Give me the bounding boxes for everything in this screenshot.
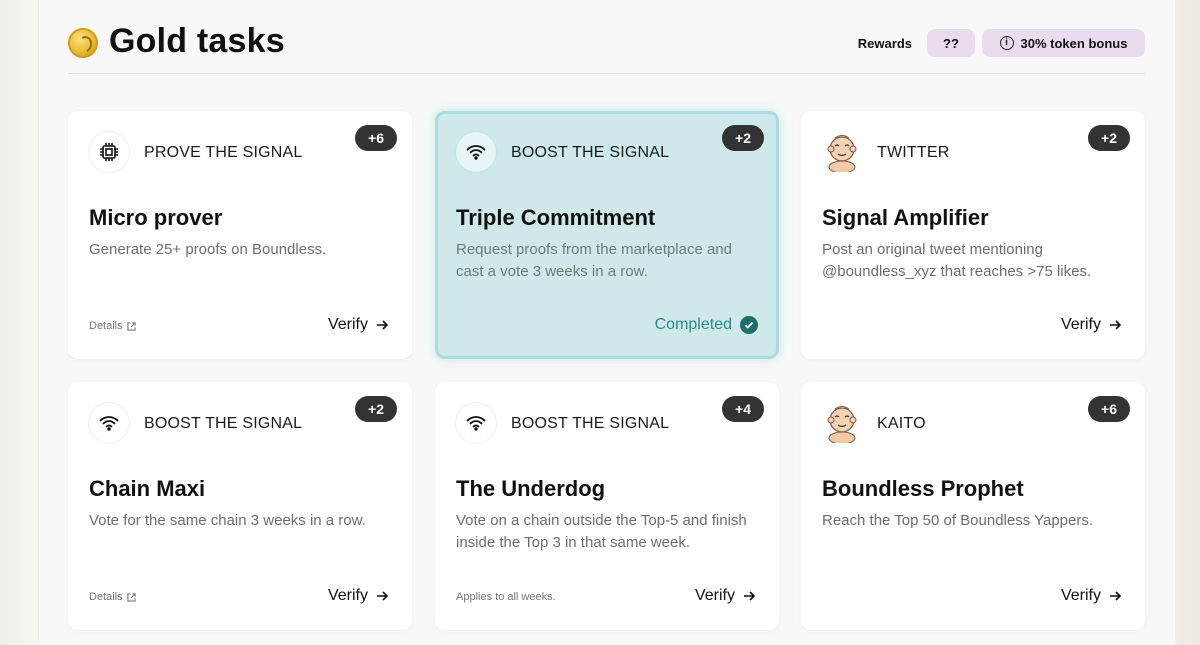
task-card-signal-amplifier: TWITTER +2 Signal Amplifier Post an orig… <box>801 111 1145 359</box>
avatar-icon <box>822 403 862 443</box>
task-description: Request proofs from the marketplace and … <box>456 241 732 280</box>
arrow-right-icon <box>377 320 388 330</box>
signal-icon <box>456 403 496 443</box>
task-note: Applies to all weeks. <box>456 591 556 603</box>
rewards-value-pill: ?? <box>927 29 975 57</box>
signal-icon <box>89 403 129 443</box>
check-circle-icon <box>740 316 758 334</box>
arrow-right-icon <box>377 591 388 601</box>
page-header: Gold tasks Rewards ?? i 30% token bonus <box>68 18 1145 74</box>
task-name: Signal Amplifier <box>822 205 989 230</box>
task-category: BOOST THE SIGNAL <box>511 144 670 161</box>
rewards-label: Rewards <box>857 36 912 51</box>
details-link[interactable]: Details <box>89 591 136 603</box>
verify-button[interactable]: Verify <box>695 587 755 605</box>
completed-status: Completed <box>655 316 758 334</box>
task-card-triple-commitment: BOOST THE SIGNAL +2 Triple Commitment Re… <box>435 111 779 359</box>
info-icon: i <box>999 36 1014 50</box>
task-card-chain-maxi: BOOST THE SIGNAL +2 Chain Maxi Vote for … <box>68 382 412 630</box>
verify-label: Verify <box>327 316 368 333</box>
task-name: Chain Maxi <box>89 476 206 501</box>
gold-coin-icon <box>68 28 98 58</box>
details-link[interactable]: Details <box>89 320 136 332</box>
points-badge: +2 <box>722 125 764 151</box>
task-description: Vote on a chain outside the Top-5 and fi… <box>456 512 747 551</box>
verify-button[interactable]: Verify <box>1061 316 1121 334</box>
verify-button[interactable]: Verify <box>328 587 388 605</box>
task-description: Generate 25+ proofs on Boundless. <box>89 241 327 258</box>
task-category: TWITTER <box>877 144 950 161</box>
points-badge: +2 <box>355 396 397 422</box>
task-description: Vote for the same chain 3 weeks in a row… <box>89 512 366 529</box>
points-badge: +6 <box>355 125 397 151</box>
arrow-right-icon <box>744 591 755 601</box>
task-card-boundless-prophet: KAITO +6 Boundless Prophet Reach the Top… <box>801 382 1145 630</box>
arrow-right-icon <box>1110 320 1121 330</box>
rewards-value: ?? <box>943 35 959 51</box>
details-label: Details <box>89 591 123 603</box>
token-bonus-label: 30% token bonus <box>1020 35 1128 51</box>
completed-label: Completed <box>654 316 732 333</box>
task-card-micro-prover: PROVE THE SIGNAL +6 Micro prover Generat… <box>68 111 412 359</box>
verify-label: Verify <box>694 587 735 604</box>
verify-label: Verify <box>327 587 368 604</box>
page-title: Gold tasks <box>109 22 285 60</box>
details-label: Details <box>89 320 123 332</box>
task-name: Boundless Prophet <box>822 476 1024 501</box>
task-description: Reach the Top 50 of Boundless Yappers. <box>822 512 1094 529</box>
task-description: Post an original tweet mentioning @bound… <box>822 241 1092 280</box>
points-badge: +6 <box>1088 396 1130 422</box>
task-category: KAITO <box>877 415 926 432</box>
chip-icon <box>89 132 129 172</box>
points-badge: +4 <box>722 396 764 422</box>
verify-label: Verify <box>1060 587 1101 604</box>
task-name: The Underdog <box>456 476 606 501</box>
verify-label: Verify <box>1060 316 1101 333</box>
task-category: BOOST THE SIGNAL <box>511 415 670 432</box>
task-category: PROVE THE SIGNAL <box>144 144 303 161</box>
verify-button[interactable]: Verify <box>328 316 388 334</box>
external-link-icon <box>126 321 136 331</box>
token-bonus-pill[interactable]: i 30% token bonus <box>982 29 1145 57</box>
external-link-icon <box>126 592 136 602</box>
task-name: Micro prover <box>89 205 223 230</box>
task-category: BOOST THE SIGNAL <box>144 415 303 432</box>
avatar-icon <box>822 132 862 172</box>
task-card-the-underdog: BOOST THE SIGNAL +4 The Underdog Vote on… <box>435 382 779 630</box>
task-name: Triple Commitment <box>456 205 656 230</box>
arrow-right-icon <box>1110 591 1121 601</box>
signal-icon <box>456 132 496 172</box>
verify-button[interactable]: Verify <box>1061 587 1121 605</box>
points-badge: +2 <box>1088 125 1130 151</box>
